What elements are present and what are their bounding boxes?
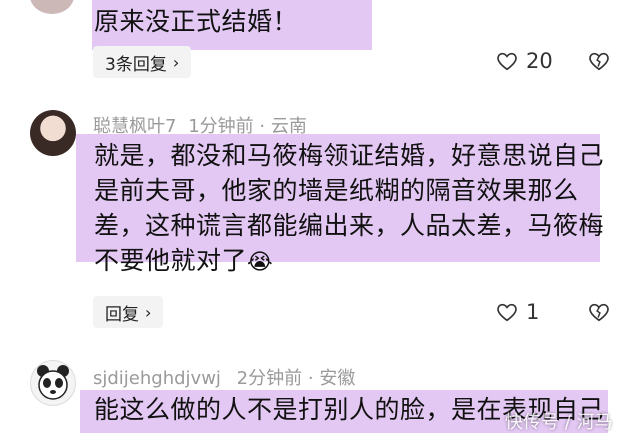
comment-text-line: 是前夫哥，他家的墙是纸糊的隔音效果那么 bbox=[94, 176, 579, 205]
like-count: 1 bbox=[526, 300, 540, 324]
panda-icon bbox=[37, 365, 69, 400]
avatar[interactable] bbox=[30, 0, 74, 14]
comment-text-line: 就是，都没和马筱梅领证结婚，好意思说自己 bbox=[94, 141, 605, 170]
reply-button[interactable]: 回复 › bbox=[93, 296, 164, 328]
comment-text-line: 不要他就对了😭 bbox=[94, 243, 273, 280]
username[interactable]: sjdijehghdjvwj bbox=[93, 368, 221, 389]
heart-icon[interactable] bbox=[496, 301, 518, 327]
heart-icon[interactable] bbox=[496, 50, 518, 76]
broken-heart-icon[interactable] bbox=[588, 50, 610, 76]
crying-emoji-icon: 😭 bbox=[247, 250, 274, 275]
broken-heart-icon[interactable] bbox=[588, 301, 610, 327]
comment-location: 安徽 bbox=[319, 368, 356, 389]
comment-time: 2分钟前 bbox=[236, 368, 303, 389]
reply-label: 回复 bbox=[105, 304, 139, 325]
like-count: 20 bbox=[526, 49, 553, 73]
comment-meta: sjdijehghdjvwj 2分钟前 · 安徽 bbox=[93, 364, 355, 390]
avatar[interactable] bbox=[30, 360, 76, 406]
avatar[interactable] bbox=[30, 110, 76, 156]
comment-text-line-end: 不要他就对了 bbox=[94, 246, 248, 275]
view-replies-button[interactable]: 3条回复 › bbox=[93, 46, 192, 78]
comment-text-line: 差，这种谎言都能编出来，人品太差，马筱梅 bbox=[94, 211, 605, 240]
comment-text: 原来没正式结婚！ bbox=[94, 7, 299, 36]
reply-label: 3条回复 bbox=[105, 54, 167, 75]
watermark: 快传号 / 河马 bbox=[505, 412, 613, 433]
chevron-right-icon: › bbox=[172, 52, 180, 72]
meta-separator: · bbox=[307, 368, 314, 389]
chevron-right-icon: › bbox=[145, 302, 152, 322]
